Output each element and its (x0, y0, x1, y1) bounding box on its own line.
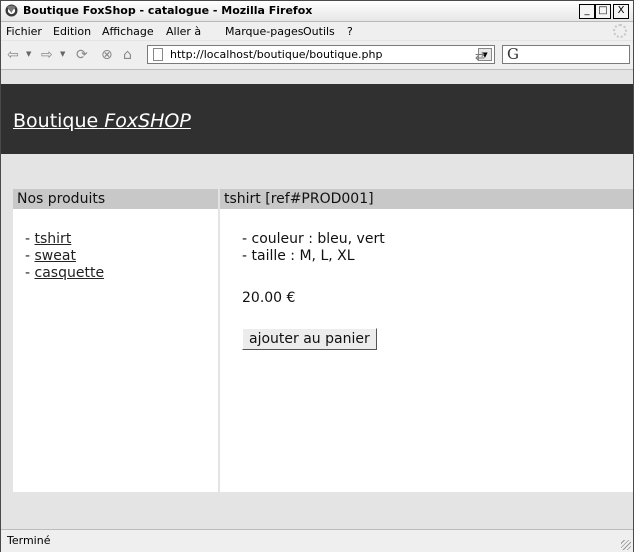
maximize-button[interactable]: □ (595, 4, 611, 19)
product-heading: tshirt [ref#PROD001] (220, 189, 633, 209)
status-text: Terminé (7, 534, 51, 547)
product-link-sweat[interactable]: sweat (35, 248, 76, 264)
stop-icon[interactable]: ⊗ (101, 47, 113, 63)
close-button[interactable]: X (613, 4, 629, 19)
window-title: Boutique FoxShop - catalogue - Mozilla F… (23, 4, 313, 17)
product-price: 20.00 € (242, 290, 296, 306)
forward-arrow-icon[interactable]: ⇨ (41, 47, 53, 63)
go-button-icon[interactable]: ⇄ (475, 49, 485, 63)
menu-outils[interactable]: Outils (303, 25, 335, 38)
menu-help[interactable]: ? (347, 25, 353, 38)
firefox-logo-icon (5, 4, 18, 17)
minimize-button[interactable]: _ (579, 4, 595, 19)
sidebar-heading: Nos produits (13, 189, 218, 209)
list-item: - casquette (25, 265, 105, 281)
site-title-brand: FoxSHOP (104, 110, 191, 132)
menu-aller[interactable]: Aller à (166, 25, 201, 38)
google-search-icon[interactable]: G (507, 46, 519, 63)
site-header: Boutique FoxSHOP (1, 84, 633, 154)
url-input[interactable] (170, 47, 470, 61)
menu-bar: Fichier Edition Affichage Aller à Marque… (1, 22, 633, 40)
reload-icon[interactable]: ⟳ (76, 47, 88, 63)
list-item: - sweat (25, 248, 76, 264)
title-bar: Boutique FoxShop - catalogue - Mozilla F… (1, 1, 633, 22)
page-content: Boutique FoxSHOP Nos produits - tshirt -… (1, 70, 633, 528)
site-title-link[interactable]: Boutique FoxSHOP (13, 110, 191, 132)
page-icon (153, 48, 163, 61)
list-item: - tshirt (25, 231, 72, 247)
forward-dropdown-icon[interactable]: ▼ (60, 50, 65, 58)
back-dropdown-icon[interactable]: ▼ (26, 50, 31, 58)
menu-marque-pages[interactable]: Marque-pages (225, 25, 303, 38)
resize-grip-icon[interactable] (621, 540, 631, 550)
back-arrow-icon[interactable]: ⇦ (7, 47, 19, 63)
menu-edition[interactable]: Edition (53, 25, 91, 38)
url-bar: ▼ (147, 45, 495, 64)
product-link-casquette[interactable]: casquette (35, 265, 105, 281)
product-link-tshirt[interactable]: tshirt (35, 231, 72, 247)
product-color: - couleur : bleu, vert (242, 231, 385, 247)
add-to-cart-button[interactable]: ajouter au panier (242, 328, 377, 350)
search-box[interactable]: G (502, 45, 630, 64)
product-list: - tshirt - sweat - casquette (25, 231, 104, 282)
site-title-prefix: Boutique (13, 110, 99, 132)
throbber-icon (613, 24, 627, 38)
menu-affichage[interactable]: Affichage (102, 25, 154, 38)
product-detail-panel: tshirt [ref#PROD001] - couleur : bleu, v… (220, 189, 633, 492)
home-icon[interactable]: ⌂ (123, 47, 132, 63)
menu-fichier[interactable]: Fichier (6, 25, 42, 38)
product-sidebar: Nos produits - tshirt - sweat - casquett… (13, 189, 218, 492)
product-attributes: - couleur : bleu, vert - taille : M, L, … (242, 231, 385, 265)
browser-window: Boutique FoxShop - catalogue - Mozilla F… (0, 0, 634, 552)
navigation-toolbar: ⇦ ▼ ⇨ ▼ ⟳ ⊗ ⌂ ▼ ⇄ G (1, 41, 633, 70)
status-bar: Terminé (1, 529, 633, 552)
product-size: - taille : M, L, XL (242, 248, 355, 264)
